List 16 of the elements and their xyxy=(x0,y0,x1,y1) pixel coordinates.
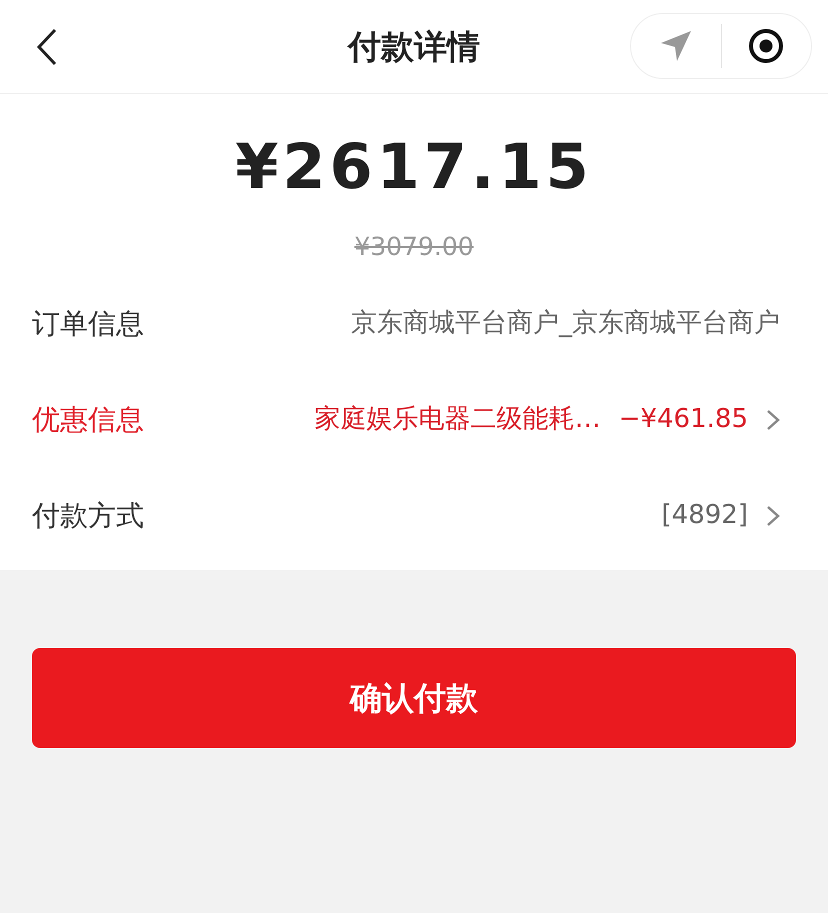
back-icon[interactable] xyxy=(36,28,58,66)
row-label: 优惠信息 xyxy=(32,402,144,438)
chevron-icon[interactable] xyxy=(766,504,780,526)
discount-amount: −¥461.85 xyxy=(618,403,748,436)
navigation-arrow-icon[interactable] xyxy=(658,29,693,63)
confirm-payment-button[interactable]: 确认付款 xyxy=(32,648,796,748)
payment-amount: ¥2617.15 xyxy=(235,136,593,198)
original-price: ¥3079.00 xyxy=(354,231,474,263)
row-label: 订单信息 xyxy=(32,306,144,342)
row-value: 京东商城平台商户_京东商城平台商户 xyxy=(351,307,780,340)
page-title: 付款详情 xyxy=(348,26,480,66)
chevron-icon[interactable] xyxy=(766,408,780,430)
row-value: [4892] xyxy=(662,499,748,532)
record-icon[interactable] xyxy=(748,28,784,64)
row-value: 家庭娱乐电器二级能耗… xyxy=(314,403,601,436)
row-label: 付款方式 xyxy=(32,498,144,534)
